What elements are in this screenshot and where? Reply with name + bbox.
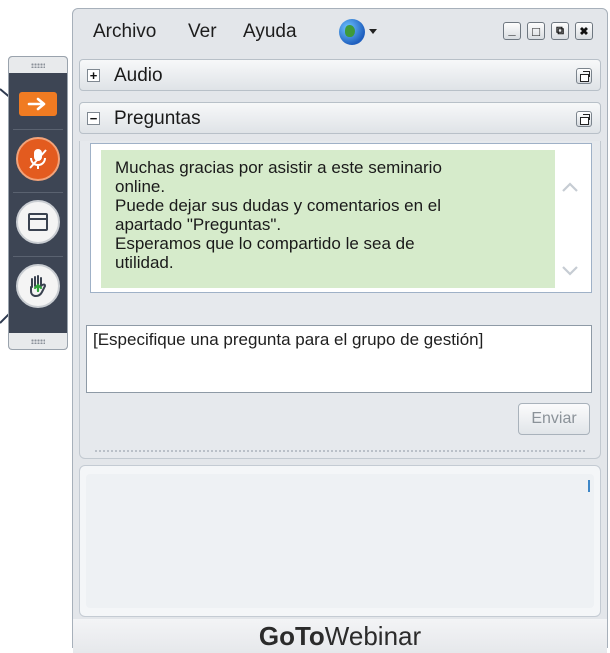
questions-panel-title: Preguntas xyxy=(114,108,201,129)
audio-panel-header[interactable]: + Audio xyxy=(79,59,601,91)
restore-button[interactable]: ⧉ xyxy=(551,22,569,40)
menu-ayuda[interactable]: Ayuda xyxy=(243,21,297,43)
menu-bar: Archivo Ver Ayuda _ □ ⧉ ✖ xyxy=(73,9,607,53)
popout-icon[interactable] xyxy=(576,68,592,84)
chevron-down-icon[interactable] xyxy=(369,29,377,34)
show-screen-button[interactable] xyxy=(9,198,67,246)
arrow-right-icon xyxy=(19,92,57,116)
raise-hand-button[interactable] xyxy=(9,262,67,310)
minimize-button[interactable]: _ xyxy=(503,22,521,40)
window-icon xyxy=(16,200,60,244)
collapse-icon[interactable]: − xyxy=(87,112,100,125)
menu-ver[interactable]: Ver xyxy=(188,21,217,43)
audio-panel-title: Audio xyxy=(114,65,163,86)
welcome-message: Muchas gracias por asistir a este semina… xyxy=(101,150,555,288)
gotowebinar-control-panel: Archivo Ver Ayuda _ □ ⧉ ✖ + Audio − Preg… xyxy=(72,8,608,653)
message-line: utilidad. xyxy=(115,253,174,272)
message-line: Muchas gracias por asistir a este semina… xyxy=(115,158,442,177)
close-button[interactable]: ✖ xyxy=(575,22,593,40)
resize-grip[interactable] xyxy=(94,449,586,454)
message-line: apartado "Preguntas". xyxy=(115,215,282,234)
raise-hand-icon xyxy=(16,264,60,308)
maximize-button[interactable]: □ xyxy=(527,22,545,40)
scroll-indicator xyxy=(588,480,590,492)
scroll-down-icon[interactable] xyxy=(561,262,579,280)
message-line: Puede dejar sus dudas y comentarios en e… xyxy=(115,196,442,215)
message-log[interactable]: Muchas gracias por asistir a este semina… xyxy=(90,143,592,293)
toggle-panel-button[interactable] xyxy=(9,87,67,121)
mute-microphone-button[interactable] xyxy=(9,135,67,183)
questions-panel-header[interactable]: − Preguntas xyxy=(79,102,601,134)
send-button[interactable]: Enviar xyxy=(518,403,590,435)
questions-panel-body: Muchas gracias por asistir a este semina… xyxy=(79,141,601,459)
globe-icon[interactable] xyxy=(339,19,365,45)
floating-toolbar xyxy=(8,56,68,350)
mic-muted-icon xyxy=(16,137,60,181)
message-line: online. xyxy=(115,177,166,196)
toolbar-grip-bottom[interactable] xyxy=(9,333,67,349)
lower-content-area xyxy=(79,465,601,617)
message-line: Esperamos que lo compartido le sea de xyxy=(115,234,415,253)
scroll-up-icon[interactable] xyxy=(561,178,579,196)
menu-archivo[interactable]: Archivo xyxy=(93,21,156,43)
toolbar-grip-top[interactable] xyxy=(9,57,67,73)
question-input[interactable]: [Especifique una pregunta para el grupo … xyxy=(86,325,592,393)
expand-icon[interactable]: + xyxy=(87,69,100,82)
gotowebinar-logo: GoToWebinar xyxy=(73,619,607,653)
popout-icon[interactable] xyxy=(576,111,592,127)
